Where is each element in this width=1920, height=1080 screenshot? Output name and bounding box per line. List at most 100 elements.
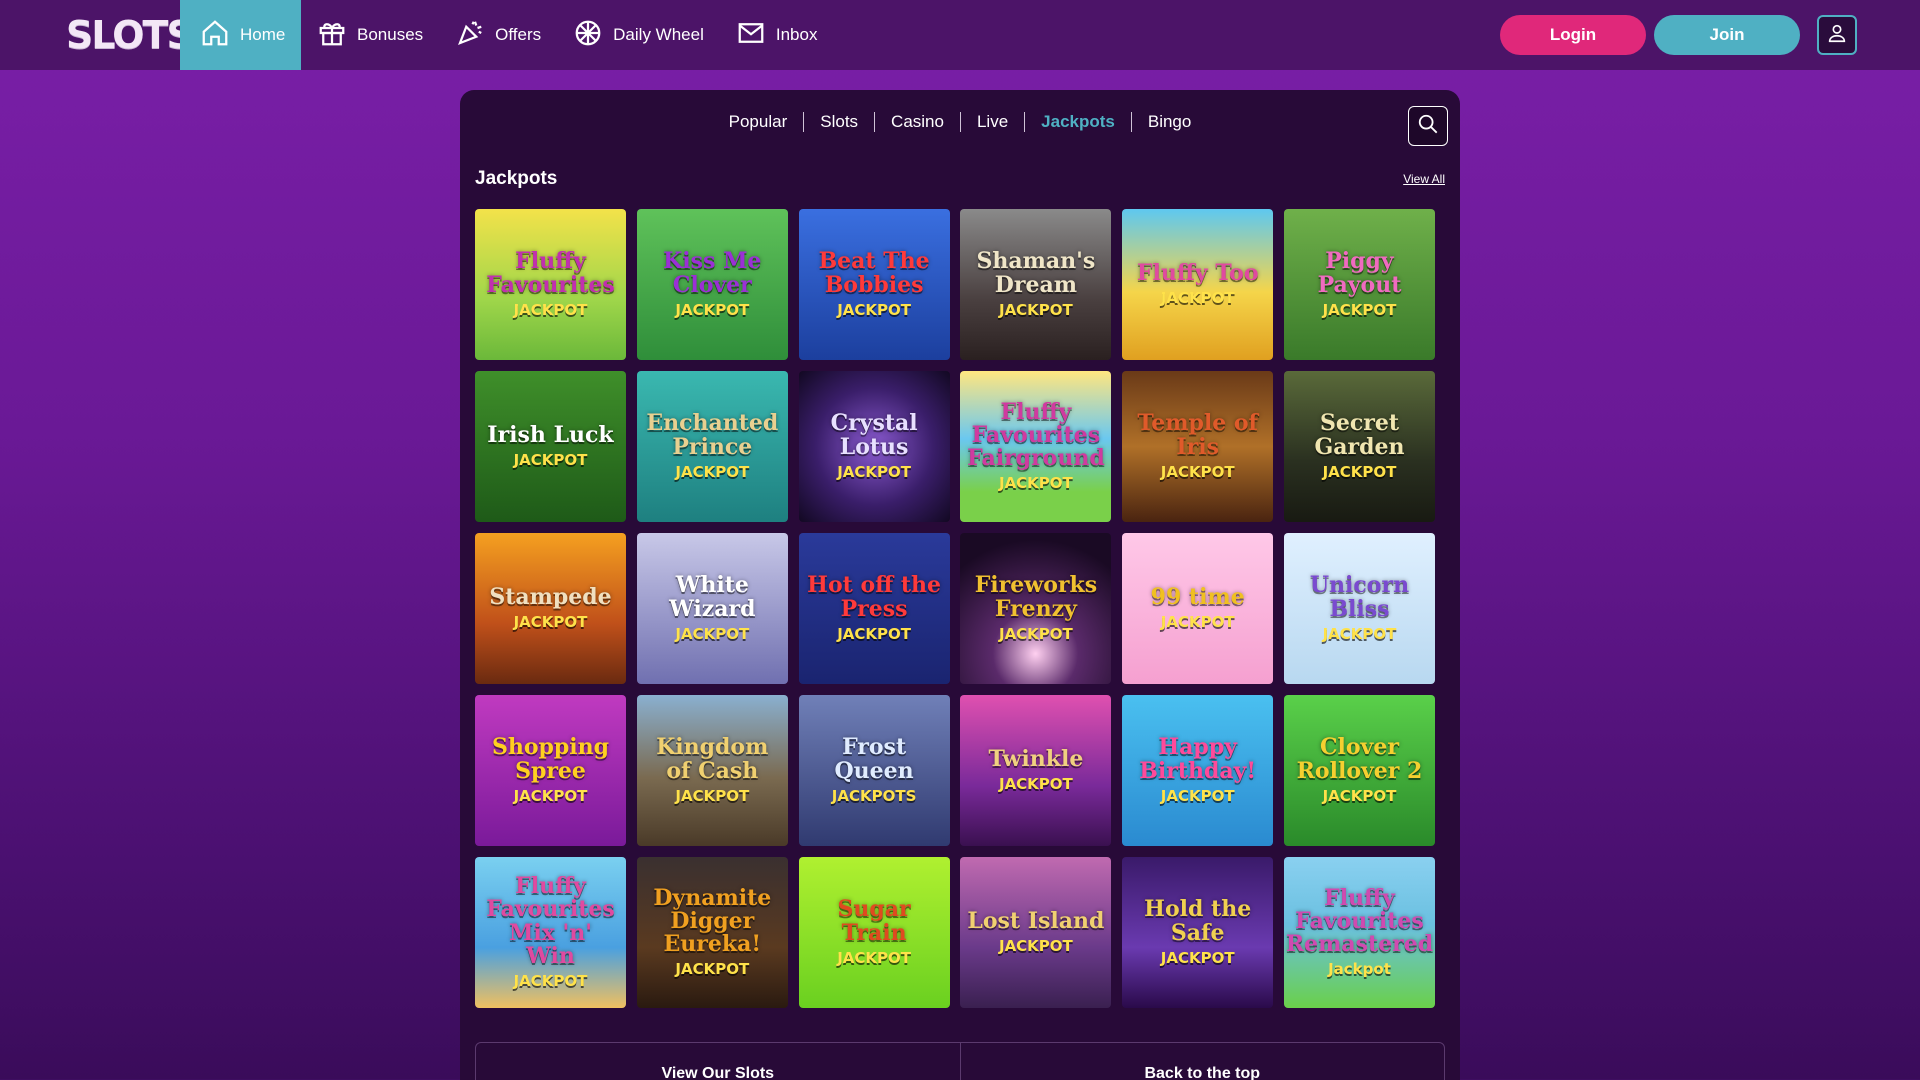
game-tile[interactable]: Enchanted Prince JACKPOT [636, 371, 788, 522]
jackpot-badge: JACKPOT [998, 624, 1073, 643]
view-slots-button[interactable]: View Our Slots [476, 1043, 961, 1080]
jackpot-badge: JACKPOT [675, 624, 750, 643]
back-to-top-button[interactable]: Back to the top [961, 1043, 1445, 1080]
game-tile[interactable]: Dynamite Digger Eureka! JACKPOT [636, 857, 788, 1008]
nav-daily-wheel-label: Daily Wheel [613, 25, 704, 44]
game-tile[interactable]: Frost Queen JACKPOTS [798, 695, 950, 846]
game-tile[interactable]: Beat The Bobbies JACKPOT [798, 209, 950, 360]
nav-offers[interactable]: Offers [439, 0, 557, 70]
nav-home-label: Home [240, 25, 286, 44]
jackpot-badge: JACKPOT [998, 300, 1073, 319]
game-title: Hold the Safe [1144, 896, 1252, 946]
game-tile[interactable]: Crystal Lotus JACKPOT [798, 371, 950, 522]
nav-inbox-label: Inbox [775, 25, 818, 44]
jackpot-badge: JACKPOTS [831, 786, 917, 805]
tab-casino[interactable]: Casino [875, 112, 961, 132]
nav-bonuses-label: Bonuses [357, 25, 424, 44]
game-title: Stampede [489, 583, 612, 610]
game-title: Crystal Lotus [830, 410, 918, 460]
tab-jackpots[interactable]: Jackpots [1025, 112, 1132, 132]
game-tile[interactable]: Hot off the Press JACKPOT [798, 533, 950, 684]
tab-bingo[interactable]: Bingo [1132, 112, 1207, 132]
game-tile[interactable]: Fluffy Favourites Fairground JACKPOT [960, 371, 1112, 522]
game-tile[interactable]: Kingdom of Cash JACKPOT [636, 695, 788, 846]
category-tabs: Popular Slots Casino Live Jackpots Bingo [460, 112, 1460, 132]
search-button[interactable] [1408, 106, 1448, 146]
game-tile[interactable]: Sugar Train JACKPOT [798, 857, 950, 1008]
top-navigation-bar: SLOTS52 Home Bonuses Offers Daily Wheel [0, 0, 1920, 70]
jackpot-badge: JACKPOT [675, 960, 750, 979]
game-title: Kiss Me Clover [663, 248, 762, 298]
game-tile[interactable]: Fluffy Favourites Remastered Jackpot [1283, 857, 1435, 1008]
jackpot-badge: JACKPOT [837, 300, 911, 319]
jackpot-badge: JACKPOT [513, 786, 588, 805]
game-title: Irish Luck [487, 421, 614, 448]
view-all-link[interactable]: View All [1403, 172, 1445, 186]
game-tile[interactable]: Fluffy Favourites JACKPOT [475, 209, 626, 360]
nav-inbox[interactable]: Inbox [720, 0, 834, 70]
jackpot-badge: JACKPOT [1160, 613, 1235, 632]
jackpot-badge: JACKPOT [998, 474, 1073, 493]
jackpot-badge: JACKPOT [675, 462, 750, 481]
nav-bonuses[interactable]: Bonuses [301, 0, 439, 70]
jackpot-badge: JACKPOT [1160, 786, 1235, 805]
game-tile[interactable]: Secret Garden JACKPOT [1283, 371, 1435, 522]
game-tile[interactable]: Hold the Safe JACKPOT [1122, 857, 1274, 1008]
game-tile[interactable]: Fireworks Frenzy JACKPOT [960, 533, 1112, 684]
game-tile[interactable]: Irish Luck JACKPOT [475, 371, 626, 522]
login-button[interactable]: Login [1500, 15, 1646, 55]
game-title: Fireworks Frenzy [974, 572, 1098, 622]
jackpot-badge: JACKPOT [1322, 786, 1397, 805]
jackpot-badge: Jackpot [1328, 960, 1391, 979]
game-tile[interactable]: Fluffy Favourites Mix 'n' Win JACKPOT [475, 857, 626, 1008]
game-title: Fluffy Favourites Remastered [1285, 884, 1434, 958]
nav-home[interactable]: Home [180, 0, 301, 70]
account-button[interactable] [1817, 15, 1857, 55]
game-title: Shopping Spree [491, 734, 610, 784]
jackpot-badge: JACKPOT [513, 300, 588, 319]
jackpot-badge: JACKPOT [1322, 300, 1397, 319]
game-tile[interactable]: Lost Island JACKPOT [960, 857, 1112, 1008]
tab-live[interactable]: Live [961, 112, 1026, 132]
home-icon [200, 18, 230, 53]
game-tile[interactable]: White Wizard JACKPOT [636, 533, 788, 684]
game-tile[interactable]: Piggy Payout JACKPOT [1283, 209, 1435, 360]
jackpot-badge: JACKPOT [998, 775, 1073, 794]
nav-offers-label: Offers [495, 25, 542, 44]
nav-daily-wheel[interactable]: Daily Wheel [557, 0, 720, 70]
game-title: Lost Island [967, 907, 1105, 934]
game-tile[interactable]: Shaman's Dream JACKPOT [960, 209, 1112, 360]
wheel-icon [573, 18, 603, 53]
game-tile[interactable]: Happy Birthday! JACKPOT [1122, 695, 1274, 846]
section-title: Jackpots [475, 168, 558, 189]
tab-popular[interactable]: Popular [713, 112, 805, 132]
game-tile[interactable]: 99 time JACKPOT [1122, 533, 1274, 684]
game-tile[interactable]: Fluffy Too JACKPOT [1122, 209, 1274, 360]
game-tile[interactable]: Unicorn Bliss JACKPOT [1283, 533, 1435, 684]
jackpot-badge: JACKPOT [1160, 289, 1235, 308]
game-tile[interactable]: Stampede JACKPOT [475, 533, 626, 684]
jackpot-badge: JACKPOT [837, 624, 911, 643]
game-title: Unicorn Bliss [1309, 572, 1410, 622]
game-title: Fluffy Favourites Mix 'n' Win [486, 873, 615, 969]
game-tile[interactable]: Kiss Me Clover JACKPOT [636, 209, 788, 360]
tab-slots[interactable]: Slots [804, 112, 876, 132]
jackpot-badge: JACKPOT [837, 948, 911, 967]
game-tile[interactable]: Temple of Iris JACKPOT [1122, 371, 1274, 522]
mail-icon [736, 18, 766, 53]
game-tile[interactable]: Twinkle JACKPOT [960, 695, 1112, 846]
game-tile[interactable]: Clover Rollover 2 JACKPOT [1283, 695, 1435, 846]
join-button[interactable]: Join [1654, 15, 1800, 55]
game-title: Frost Queen [834, 734, 914, 784]
game-title: Clover Rollover 2 [1296, 734, 1423, 784]
game-tile[interactable]: Shopping Spree JACKPOT [475, 695, 626, 846]
game-title: Sugar Train [837, 896, 911, 946]
game-title: Fluffy Too [1136, 259, 1259, 286]
jackpot-badge: JACKPOT [1160, 948, 1235, 967]
jackpot-badge: JACKPOT [998, 937, 1073, 956]
jackpot-badge: JACKPOT [1322, 462, 1397, 481]
jackpot-badge: JACKPOT [675, 300, 750, 319]
game-title: Secret Garden [1314, 410, 1405, 460]
jackpot-badge: JACKPOT [513, 451, 588, 470]
jackpot-badge: JACKPOT [837, 462, 911, 481]
